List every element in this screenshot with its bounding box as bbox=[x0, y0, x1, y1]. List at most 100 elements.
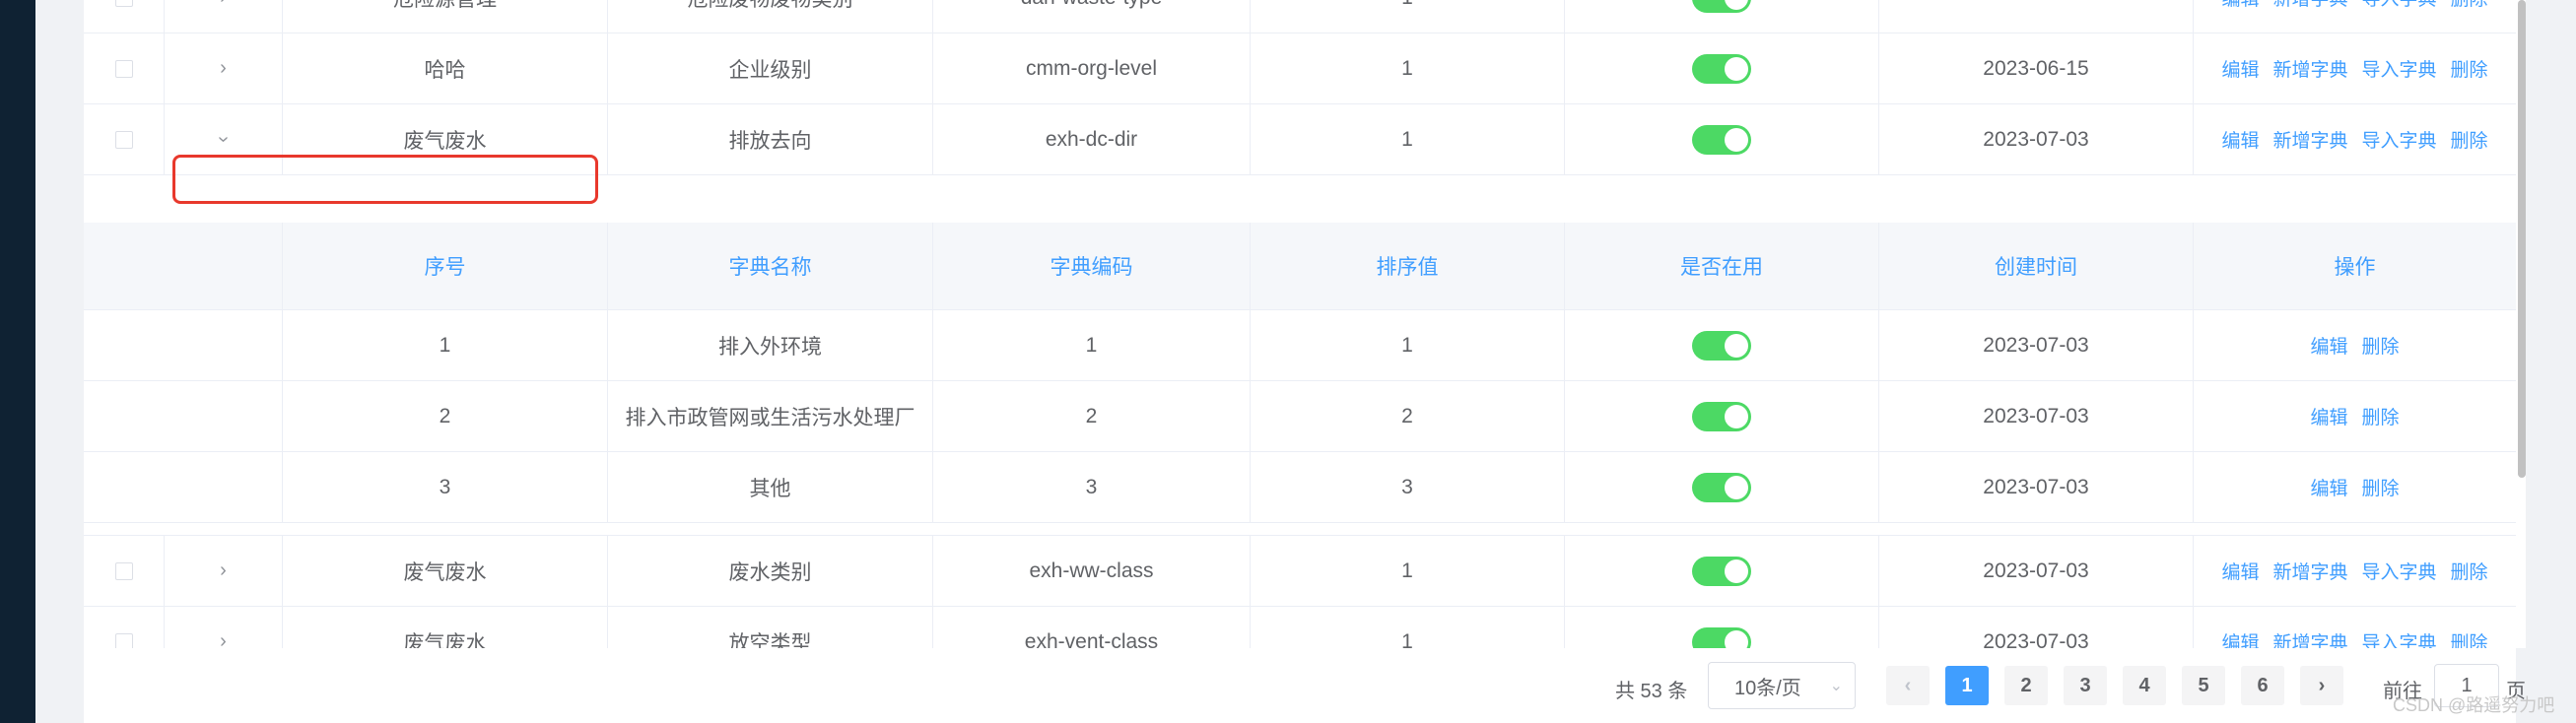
dict-code-cell: exh-ww-class bbox=[933, 536, 1251, 606]
table-scrollbar-thumb[interactable] bbox=[2518, 0, 2526, 478]
child-table-row[interactable]: 1 排入外环境 1 1 2023-07-03 编辑 删除 bbox=[84, 310, 2516, 381]
add-dict-link[interactable]: 新增字典 bbox=[2272, 126, 2347, 153]
delete-link[interactable]: 删除 bbox=[2362, 474, 2400, 500]
row-select-cell bbox=[84, 536, 165, 606]
import-dict-link[interactable]: 导入字典 bbox=[2362, 628, 2437, 648]
in-use-toggle[interactable] bbox=[1692, 124, 1751, 155]
created-date-cell bbox=[1879, 0, 2194, 33]
in-use-toggle[interactable] bbox=[1692, 472, 1751, 502]
edit-link[interactable]: 编辑 bbox=[2310, 474, 2347, 500]
in-use-cell bbox=[1565, 607, 1879, 648]
chevron-right-icon: › bbox=[2318, 674, 2326, 696]
page-button-6[interactable]: 6 bbox=[2241, 666, 2284, 705]
row-checkbox[interactable] bbox=[114, 0, 133, 7]
table-row[interactable]: › 哈哈 企业级别 cmm-org-level 1 2023-06-15 编辑 … bbox=[84, 33, 2516, 104]
import-dict-link[interactable]: 导入字典 bbox=[2362, 55, 2437, 82]
operations-cell: 编辑 新增字典 导入字典 删除 bbox=[2194, 0, 2516, 33]
child-table-header: 序号 字典名称 字典编码 排序值 是否在用 创建时间 操作 bbox=[84, 223, 2516, 310]
page-size-select[interactable]: 10条/页 ⌄ bbox=[1708, 662, 1856, 709]
child-in-use-cell bbox=[1565, 381, 1879, 451]
child-table-row[interactable]: 2 排入市政管网或生活污水处理厂 2 2 2023-07-03 编辑 删除 bbox=[84, 381, 2516, 452]
dictionary-table: › 危险源管理 危险废物废物类别 dan-waste-type 1 编辑 新增字… bbox=[84, 0, 2516, 648]
chevron-down-icon[interactable]: › bbox=[212, 136, 235, 143]
add-dict-link[interactable]: 新增字典 bbox=[2272, 55, 2347, 82]
dict-name-cell: 企业级别 bbox=[608, 33, 933, 103]
child-created-cell: 2023-07-03 bbox=[1879, 452, 2194, 522]
row-select-cell bbox=[84, 0, 165, 33]
child-header-ops: 操作 bbox=[2334, 256, 2376, 279]
page-button-5[interactable]: 5 bbox=[2182, 666, 2225, 705]
row-checkbox[interactable] bbox=[114, 59, 133, 78]
prev-page-button[interactable]: ‹ bbox=[1886, 666, 1930, 705]
child-header-code: 字典编码 bbox=[933, 223, 1251, 309]
child-in-use-cell bbox=[1565, 310, 1879, 380]
child-code-cell: 1 bbox=[933, 310, 1251, 380]
expand-cell: › bbox=[165, 536, 283, 606]
dict-type-cell: 危险源管理 bbox=[283, 0, 608, 33]
import-dict-link[interactable]: 导入字典 bbox=[2362, 126, 2437, 153]
edit-link[interactable]: 编辑 bbox=[2221, 628, 2259, 648]
page-button-3[interactable]: 3 bbox=[2064, 666, 2107, 705]
in-use-toggle[interactable] bbox=[1692, 330, 1751, 361]
page-button-4[interactable]: 4 bbox=[2123, 666, 2166, 705]
dict-code-cell: cmm-org-level bbox=[933, 33, 1251, 103]
edit-link[interactable]: 编辑 bbox=[2221, 55, 2259, 82]
chevron-right-icon[interactable]: › bbox=[220, 559, 227, 582]
in-use-toggle[interactable] bbox=[1692, 401, 1751, 431]
table-row[interactable]: › 废气废水 废水类别 exh-ww-class 1 2023-07-03 编辑… bbox=[84, 536, 2516, 607]
chevron-right-icon[interactable]: › bbox=[220, 0, 227, 9]
delete-link[interactable]: 删除 bbox=[2362, 332, 2400, 359]
import-dict-link[interactable]: 导入字典 bbox=[2362, 558, 2437, 584]
table-row-expanded[interactable]: › 废气废水 排放去向 exh-dc-dir 1 2023-07-03 编辑 新… bbox=[84, 104, 2516, 175]
delete-link[interactable]: 删除 bbox=[2451, 558, 2488, 584]
edit-link[interactable]: 编辑 bbox=[2221, 0, 2259, 11]
delete-link[interactable]: 删除 bbox=[2451, 628, 2488, 648]
delete-link[interactable]: 删除 bbox=[2362, 403, 2400, 429]
add-dict-link[interactable]: 新增字典 bbox=[2272, 558, 2347, 584]
chevron-down-icon: ⌄ bbox=[1829, 678, 1843, 694]
child-table-row[interactable]: 3 其他 3 3 2023-07-03 编辑 删除 bbox=[84, 452, 2516, 523]
page-button-2[interactable]: 2 bbox=[2004, 666, 2048, 705]
dict-name-cell: 放空类型 bbox=[608, 607, 933, 648]
in-use-toggle[interactable] bbox=[1692, 626, 1751, 648]
expanded-region-bottom bbox=[84, 523, 2516, 536]
add-dict-link[interactable]: 新增字典 bbox=[2272, 628, 2347, 648]
row-checkbox[interactable] bbox=[114, 561, 133, 580]
child-sort-cell: 2 bbox=[1251, 381, 1565, 451]
app-sidebar bbox=[0, 0, 35, 723]
dict-code-cell: exh-vent-class bbox=[933, 607, 1251, 648]
child-index-cell: 2 bbox=[283, 381, 608, 451]
table-row[interactable]: › 危险源管理 危险废物废物类别 dan-waste-type 1 编辑 新增字… bbox=[84, 0, 2516, 33]
edit-link[interactable]: 编辑 bbox=[2310, 403, 2347, 429]
edit-link[interactable]: 编辑 bbox=[2310, 332, 2347, 359]
in-use-toggle[interactable] bbox=[1692, 53, 1751, 84]
delete-link[interactable]: 删除 bbox=[2451, 55, 2488, 82]
child-name-cell: 其他 bbox=[608, 452, 933, 522]
page-size-value: 10条/页 bbox=[1734, 677, 1801, 699]
next-page-button[interactable]: › bbox=[2300, 666, 2343, 705]
child-row-blank bbox=[84, 452, 283, 522]
row-checkbox[interactable] bbox=[114, 632, 133, 648]
edit-link[interactable]: 编辑 bbox=[2221, 126, 2259, 153]
child-header-index: 序号 bbox=[283, 223, 608, 309]
dict-code-cell: dan-waste-type bbox=[933, 0, 1251, 33]
import-dict-link[interactable]: 导入字典 bbox=[2362, 0, 2437, 11]
page-button-1[interactable]: 1 bbox=[1945, 666, 1989, 705]
sort-cell: 1 bbox=[1251, 536, 1565, 606]
child-header-created: 创建时间 bbox=[1879, 223, 2194, 309]
in-use-cell bbox=[1565, 0, 1879, 33]
delete-link[interactable]: 删除 bbox=[2451, 0, 2488, 11]
in-use-toggle[interactable] bbox=[1692, 0, 1751, 13]
chevron-right-icon[interactable]: › bbox=[220, 57, 227, 80]
delete-link[interactable]: 删除 bbox=[2451, 126, 2488, 153]
chevron-right-icon[interactable]: › bbox=[220, 630, 227, 648]
expand-cell: › bbox=[165, 0, 283, 33]
add-dict-link[interactable]: 新增字典 bbox=[2272, 0, 2347, 11]
sort-cell: 1 bbox=[1251, 33, 1565, 103]
child-in-use-cell bbox=[1565, 452, 1879, 522]
row-checkbox[interactable] bbox=[114, 130, 133, 149]
in-use-toggle[interactable] bbox=[1692, 556, 1751, 586]
edit-link[interactable]: 编辑 bbox=[2221, 558, 2259, 584]
row-select-cell bbox=[84, 104, 165, 174]
table-row[interactable]: › 废气废水 放空类型 exh-vent-class 1 2023-07-03 … bbox=[84, 607, 2516, 648]
